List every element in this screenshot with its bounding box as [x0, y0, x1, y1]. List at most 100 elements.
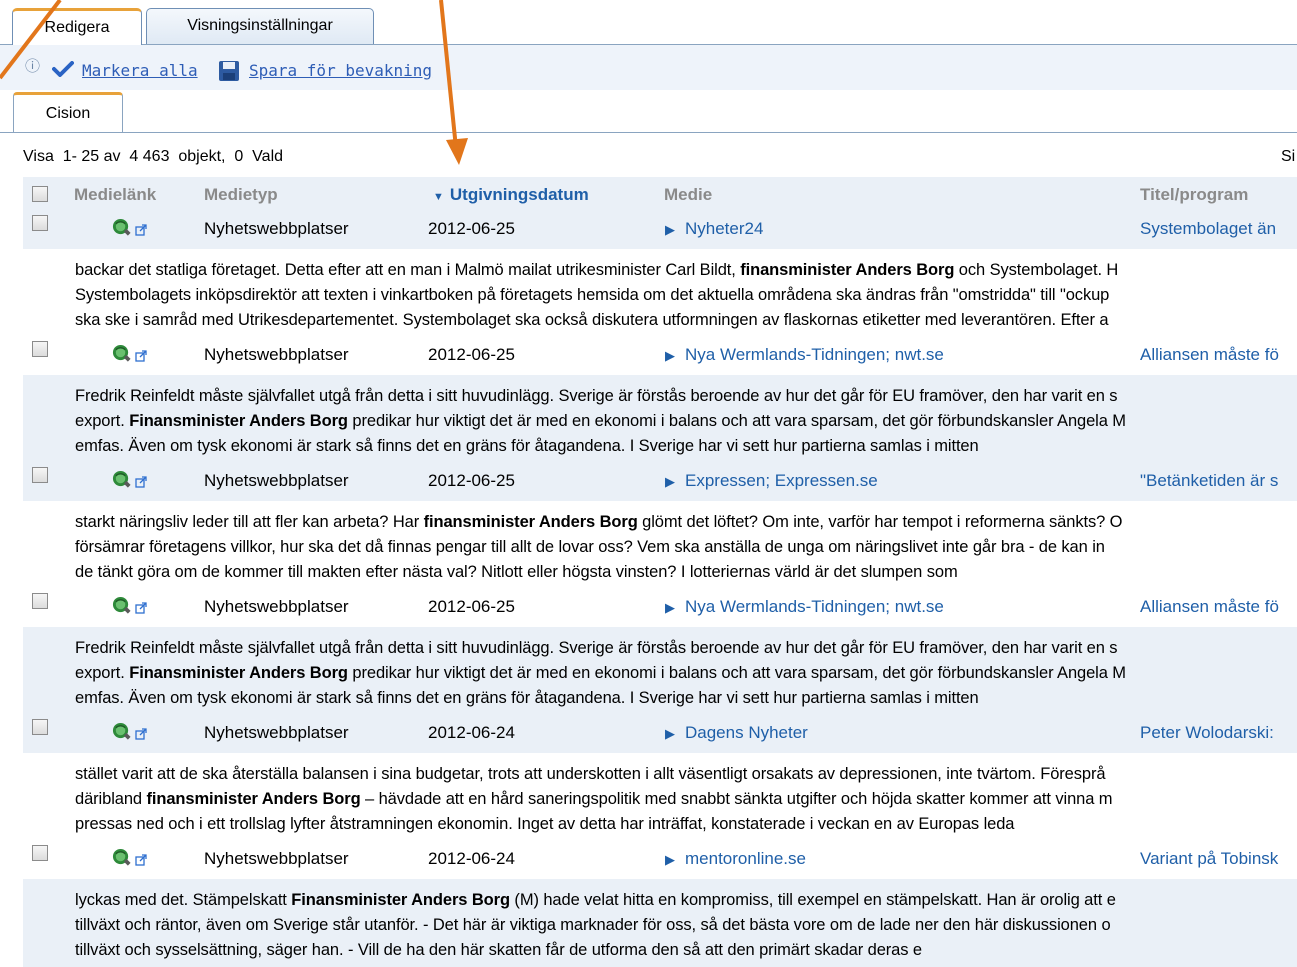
row-checkbox[interactable] [32, 467, 48, 483]
tab-redigera[interactable]: Redigera [12, 8, 142, 45]
row-main: Nyhetswebbplatser 2012-06-25 ▶ Expressen; E… [23, 463, 1297, 501]
row-publish-date: 2012-06-25 [428, 345, 515, 364]
row-media-type: Nyhetswebbplatser [204, 597, 349, 616]
row-title-link[interactable]: "Betänketiden är s [1140, 471, 1278, 491]
row-title-link[interactable]: Variant på Tobinsk [1140, 849, 1278, 869]
external-link-icon[interactable] [135, 602, 147, 614]
excerpt-text: stället varit att de ska återställa bala… [75, 765, 1106, 783]
excerpt-text: de tänkt göra om de kommer till makten e… [75, 563, 958, 581]
tab-visningsinstallningar[interactable]: Visningsinställningar [146, 8, 374, 44]
row-publish-date: 2012-06-25 [428, 219, 515, 238]
row-title-link[interactable]: Peter Wolodarski: [1140, 723, 1274, 743]
toolbar: ⓘ Markera alla Spara för bevakning [0, 45, 1297, 90]
row-media-type: Nyhetswebbplatser [204, 723, 349, 742]
globe-search-icon[interactable] [112, 722, 131, 741]
row-media-type: Nyhetswebbplatser [204, 345, 349, 364]
row-media-link[interactable]: ▶ Expressen; Expressen.se [665, 471, 878, 491]
row-checkbox[interactable] [32, 341, 48, 357]
row-title-link[interactable]: Alliansen måste fö [1140, 597, 1279, 617]
excerpt-line: tillväxt och räntor, även om Sverige stå… [75, 916, 1111, 935]
excerpt-line: stället varit att de ska återställa bala… [75, 765, 1106, 784]
row-publish-date: 2012-06-24 [428, 723, 515, 742]
row-excerpt: lyckas med det. Stämpelskatt Finansminis… [23, 879, 1297, 967]
excerpt-line: emfas. Även om tysk ekonomi är stark så … [75, 689, 979, 708]
play-arrow-icon: ▶ [665, 222, 675, 237]
row-checkbox[interactable] [32, 215, 48, 231]
row-media-link[interactable]: ▶ Nya Wermlands-Tidningen; nwt.se [665, 597, 944, 617]
globe-search-icon[interactable] [112, 344, 131, 363]
excerpt-line: de tänkt göra om de kommer till makten e… [75, 563, 958, 582]
excerpt-highlight: Finansminister Anders Borg [129, 412, 348, 430]
tab-visningsinstallningar-label: Visningsinställningar [187, 17, 333, 34]
row-media-link[interactable]: ▶ Nya Wermlands-Tidningen; nwt.se [665, 345, 944, 365]
row-checkbox[interactable] [32, 719, 48, 735]
excerpt-text: (M) hade velat hitta en kompromiss, till… [509, 891, 1116, 909]
page-size-label: Si [1281, 148, 1296, 165]
globe-search-icon[interactable] [112, 218, 131, 237]
excerpt-line: ska ske i samråd med Utrikesdepartemente… [75, 311, 1109, 330]
row-main: Nyhetswebbplatser 2012-06-24 ▶ mentoronline… [23, 841, 1297, 879]
excerpt-highlight: finansminister Anders Borg [423, 513, 638, 531]
excerpt-text: däribland [75, 790, 147, 808]
play-arrow-icon: ▶ [665, 726, 675, 741]
row-media-link[interactable]: ▶ Nyheter24 [665, 219, 763, 239]
external-link-icon[interactable] [135, 350, 147, 362]
excerpt-text: och Systembolaget. H [954, 261, 1119, 279]
excerpt-text: lyckas med det. Stämpelskatt [75, 891, 292, 909]
external-link-icon[interactable] [135, 476, 147, 488]
row-title-link[interactable]: Alliansen måste fö [1140, 345, 1279, 365]
row-checkbox[interactable] [32, 593, 48, 609]
column-header-medielank[interactable]: Medielänk [74, 185, 156, 205]
mark-all-link[interactable]: Markera alla [82, 61, 198, 80]
row-media-type: Nyhetswebbplatser [204, 219, 349, 238]
row-media-link[interactable]: ▶ mentoronline.se [665, 849, 806, 869]
annotation-arrow-head [446, 138, 468, 165]
info-icon[interactable]: ⓘ [25, 55, 40, 76]
excerpt-text: pressas ned och i ett trollslag lyfter å… [75, 815, 1015, 833]
save-for-watch-link[interactable]: Spara för bevakning [249, 61, 432, 80]
column-header-medietyp[interactable]: Medietyp [204, 185, 278, 205]
external-link-icon[interactable] [135, 854, 147, 866]
globe-search-icon[interactable] [112, 848, 131, 867]
excerpt-text: tillväxt och räntor, även om Sverige stå… [75, 916, 1111, 934]
globe-search-icon[interactable] [112, 596, 131, 615]
table-row: Nyhetswebbplatser 2012-06-24 ▶ mentoronline… [23, 841, 1297, 967]
excerpt-line: tillväxt och sysselsättning, säger han. … [75, 941, 922, 960]
excerpt-line: export. Finansminister Anders Borg predi… [75, 412, 1126, 431]
excerpt-text: – hävdade att en hård saneringspolitik m… [360, 790, 1113, 808]
column-header-utgivningsdatum[interactable]: ▼ Utgivningsdatum [433, 185, 589, 205]
table-row: Nyhetswebbplatser 2012-06-24 ▶ Dagens Nyhet… [23, 715, 1297, 841]
row-publish-date: 2012-06-25 [428, 597, 515, 616]
tab-cision[interactable]: Cision [13, 92, 123, 132]
play-arrow-icon: ▶ [665, 474, 675, 489]
column-header-medie[interactable]: Medie [664, 185, 712, 205]
sort-descending-icon: ▼ [433, 191, 444, 203]
excerpt-line: Fredrik Reinfeldt måste självfallet utgå… [75, 639, 1118, 658]
external-link-icon[interactable] [135, 224, 147, 236]
excerpt-highlight: finansminister Anders Borg [146, 790, 361, 808]
globe-search-icon[interactable] [112, 470, 131, 489]
row-excerpt: Fredrik Reinfeldt måste självfallet utgå… [23, 375, 1297, 463]
excerpt-line: lyckas med det. Stämpelskatt Finansminis… [75, 891, 1116, 910]
column-header-utgivningsdatum-label: Utgivningsdatum [449, 185, 589, 204]
row-media-link[interactable]: ▶ Dagens Nyheter [665, 723, 808, 743]
select-all-checkbox[interactable] [32, 186, 48, 202]
excerpt-text: ska ske i samråd med Utrikesdepartemente… [75, 311, 1109, 329]
tab-bar: Redigera Visningsinställningar [0, 0, 1297, 45]
excerpt-highlight: finansminister Anders Borg [740, 261, 955, 279]
table-row: Nyhetswebbplatser 2012-06-25 ▶ Nya Wermland… [23, 589, 1297, 715]
excerpt-line: backar det statliga företaget. Detta eft… [75, 261, 1118, 280]
row-main: Nyhetswebbplatser 2012-06-25 ▶ Nyheter24 Sys… [23, 211, 1297, 249]
row-title-link[interactable]: Systembolaget än [1140, 219, 1276, 239]
excerpt-text: Fredrik Reinfeldt måste självfallet utgå… [75, 387, 1118, 405]
column-header-titel[interactable]: Titel/program [1140, 185, 1248, 205]
excerpt-text: predikar hur viktigt det är med en ekono… [347, 412, 1126, 430]
excerpt-line: export. Finansminister Anders Borg predi… [75, 664, 1126, 683]
row-excerpt: starkt näringsliv leder till att fler ka… [23, 501, 1297, 589]
row-publish-date: 2012-06-24 [428, 849, 515, 868]
excerpt-text: starkt näringsliv leder till att fler ka… [75, 513, 424, 531]
row-checkbox[interactable] [32, 845, 48, 861]
external-link-icon[interactable] [135, 728, 147, 740]
excerpt-text: glömt det löftet? Om inte, varför har te… [637, 513, 1123, 531]
excerpt-text: backar det statliga företaget. Detta eft… [75, 261, 741, 279]
